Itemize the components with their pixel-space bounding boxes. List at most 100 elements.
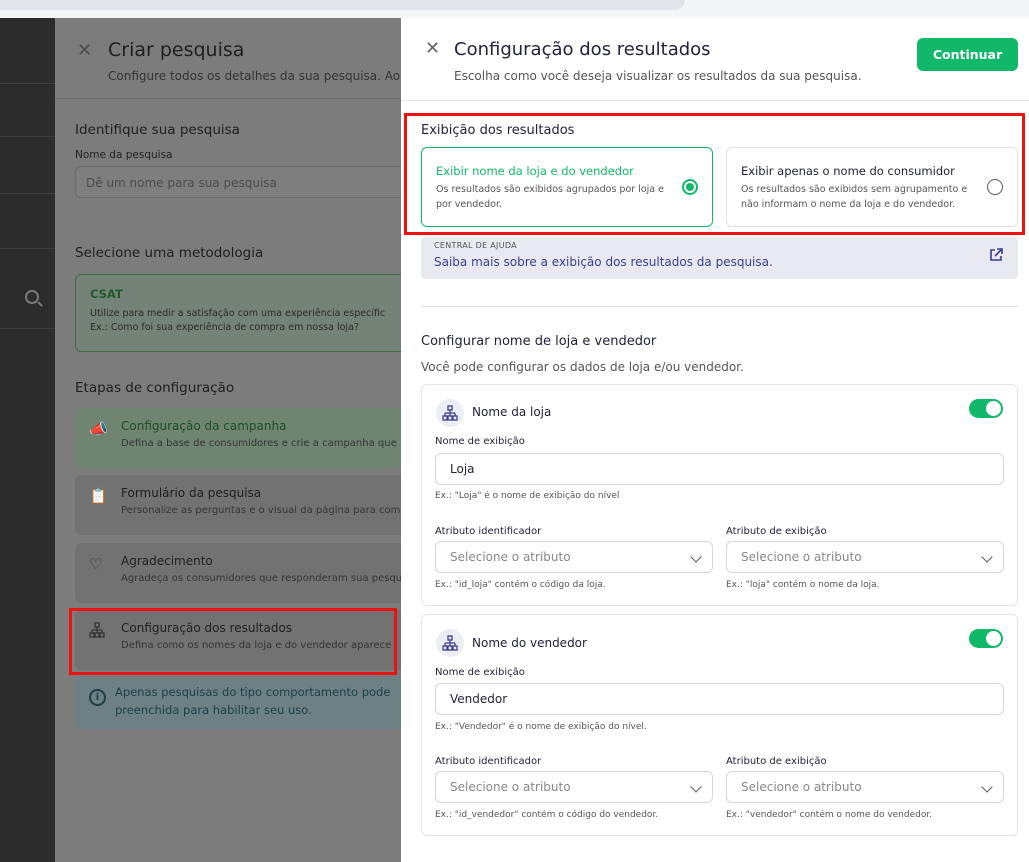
select-placeholder: Selecione o atributo <box>741 780 862 794</box>
chevron-down-icon <box>981 551 993 563</box>
external-link-icon[interactable] <box>988 247 1004 263</box>
option-title: Exibir apenas o nome do consumidor <box>741 164 955 178</box>
info-icon: i <box>89 689 106 706</box>
heart-icon: ♡ <box>89 555 103 573</box>
seller-config-card: Nome do vendedor Nome de exibição Vended… <box>421 614 1018 836</box>
field-label: Atributo identificador <box>435 756 542 767</box>
seller-display-attribute-select[interactable]: Selecione o atributo <box>726 771 1004 803</box>
methodology-title: CSAT <box>90 287 123 301</box>
top-search-bar[interactable] <box>0 0 685 10</box>
top-bar <box>0 0 1029 18</box>
hierarchy-icon <box>436 629 464 657</box>
clipboard-icon: 📋 <box>89 487 108 505</box>
create-survey-drawer: ✕ Criar pesquisa Configure todos os deta… <box>55 18 401 862</box>
card-title: Nome da loja <box>472 405 552 419</box>
field-label: Atributo identificador <box>435 526 542 537</box>
option-store-seller[interactable]: Exibir nome da loja e do vendedor Os res… <box>421 147 713 227</box>
close-icon[interactable]: ✕ <box>77 40 92 61</box>
radio-unselected[interactable] <box>987 179 1003 195</box>
step-form[interactable]: 📋 Formulário da pesquisa Personalize as … <box>75 475 401 535</box>
page-title: Criar pesquisa <box>108 39 245 61</box>
step-desc: Defina a base de consumidores e crie a c… <box>121 438 397 449</box>
divider <box>421 306 1018 307</box>
drawer-subtitle: Escolha como você deseja visualizar os r… <box>454 69 862 83</box>
step-title: Agradecimento <box>121 554 213 568</box>
option-desc: Os resultados são exibidos agrupados por… <box>436 184 664 210</box>
help-center-banner[interactable]: CENTRAL DE AJUDA Saiba mais sobre a exib… <box>421 237 1018 279</box>
option-title: Exibir nome da loja e do vendedor <box>436 164 634 178</box>
info-text: Apenas pesquisas do tipo comportamento p… <box>115 685 391 699</box>
store-toggle[interactable] <box>969 399 1003 418</box>
results-config-drawer: ✕ Configuração dos resultados Escolha co… <box>401 18 1029 862</box>
close-icon[interactable]: ✕ <box>425 38 440 59</box>
select-placeholder: Selecione o atributo <box>741 550 862 564</box>
chevron-down-icon <box>690 781 702 793</box>
section-subtitle: Você pode configurar os dados de loja e/… <box>421 360 744 374</box>
step-title: Configuração da campanha <box>121 419 287 433</box>
option-consumer-only[interactable]: Exibir apenas o nome do consumidor Os re… <box>726 147 1018 227</box>
seller-id-attribute-select[interactable]: Selecione o atributo <box>435 771 713 803</box>
sidebar-divider <box>0 136 55 137</box>
section-heading: Configurar nome de loja e vendedor <box>421 334 657 349</box>
store-display-name-input[interactable]: Loja <box>435 453 1004 485</box>
sidebar-divider <box>0 328 55 329</box>
step-thanks[interactable]: ♡ Agradecimento Agradeça os consumidores… <box>75 543 401 603</box>
field-hint: Ex.: "vendedor" contém o nome do vendedo… <box>726 810 933 820</box>
section-heading: Identifique sua pesquisa <box>75 122 240 138</box>
page-subtitle: Configure todos os detalhes da sua pesqu… <box>108 69 401 83</box>
section-heading: Selecione uma metodologia <box>75 245 264 261</box>
sidebar-divider <box>0 83 55 84</box>
chevron-down-icon <box>690 551 702 563</box>
megaphone-icon: 📣 <box>89 420 108 438</box>
step-title: Configuração dos resultados <box>121 621 293 635</box>
methodology-desc-line: Utilize para medir a satisfação com uma … <box>90 308 386 319</box>
step-desc: Agradeça os consumidores que responderam… <box>121 573 401 584</box>
section-heading: Etapas de configuração <box>75 380 235 396</box>
hierarchy-icon <box>436 399 464 427</box>
radio-selected[interactable] <box>682 179 698 195</box>
field-hint: Ex.: "id_loja" contém o código da loja. <box>435 580 606 590</box>
field-label: Atributo de exibição <box>726 756 827 767</box>
field-label: Nome de exibição <box>435 667 525 678</box>
info-text: preenchida para habilitar seu uso. <box>115 703 312 717</box>
info-banner: i Apenas pesquisas do tipo comportamento… <box>75 675 401 729</box>
chevron-down-icon <box>981 781 993 793</box>
sidebar-divider <box>0 193 55 194</box>
help-link[interactable]: Saiba mais sobre a exibição dos resultad… <box>434 255 1005 269</box>
seller-toggle[interactable] <box>969 629 1003 648</box>
field-hint: Ex.: "loja" contém o nome da loja. <box>726 580 880 590</box>
hierarchy-icon <box>89 622 105 642</box>
continue-button[interactable]: Continuar <box>917 38 1018 71</box>
step-campaign[interactable]: 📣 Configuração da campanha Defina a base… <box>75 408 401 468</box>
field-hint: Ex.: "id_vendedor" contém o código do ve… <box>435 810 659 820</box>
search-icon[interactable] <box>25 290 39 304</box>
select-placeholder: Selecione o atributo <box>450 550 571 564</box>
sidebar-divider <box>0 248 55 249</box>
option-desc: Os resultados são exibidos sem agrupamen… <box>741 184 968 210</box>
store-id-attribute-select[interactable]: Selecione o atributo <box>435 541 713 573</box>
field-label: Atributo de exibição <box>726 526 827 537</box>
select-placeholder: Selecione o atributo <box>450 780 571 794</box>
step-title: Formulário da pesquisa <box>121 486 262 500</box>
field-hint: Ex.: "Loja" é o nome de exibição do níve… <box>435 491 620 501</box>
divider <box>55 98 401 99</box>
field-hint: Ex.: "Vendedor" é o nome de exibição do … <box>435 722 647 732</box>
methodology-desc-line: Ex.: Como foi sua experiência de compra … <box>90 322 359 333</box>
store-config-card: Nome da loja Nome de exibição Loja Ex.: … <box>421 384 1018 606</box>
drawer-title: Configuração dos resultados <box>454 39 711 60</box>
step-desc: Personalize as perguntas e o visual da p… <box>121 505 401 516</box>
seller-display-name-input[interactable]: Vendedor <box>435 683 1004 715</box>
methodology-desc: Utilize para medir a satisfação com uma … <box>90 307 400 335</box>
help-kicker: CENTRAL DE AJUDA <box>434 241 517 250</box>
survey-name-input[interactable]: Dê um nome para sua pesquisa <box>75 166 401 198</box>
step-results[interactable]: Configuração dos resultados Defina como … <box>75 610 401 670</box>
step-desc: Defina como os nomes da loja e do vended… <box>121 640 392 651</box>
store-display-attribute-select[interactable]: Selecione o atributo <box>726 541 1004 573</box>
left-sidebar <box>0 18 55 862</box>
card-title: Nome do vendedor <box>472 636 587 650</box>
divider <box>401 100 1029 101</box>
methodology-option-csat[interactable]: CSAT Utilize para medir a satisfação com… <box>75 274 401 352</box>
field-label: Nome da pesquisa <box>75 149 173 161</box>
section-heading: Exibição dos resultados <box>421 123 575 138</box>
field-label: Nome de exibição <box>435 436 525 447</box>
